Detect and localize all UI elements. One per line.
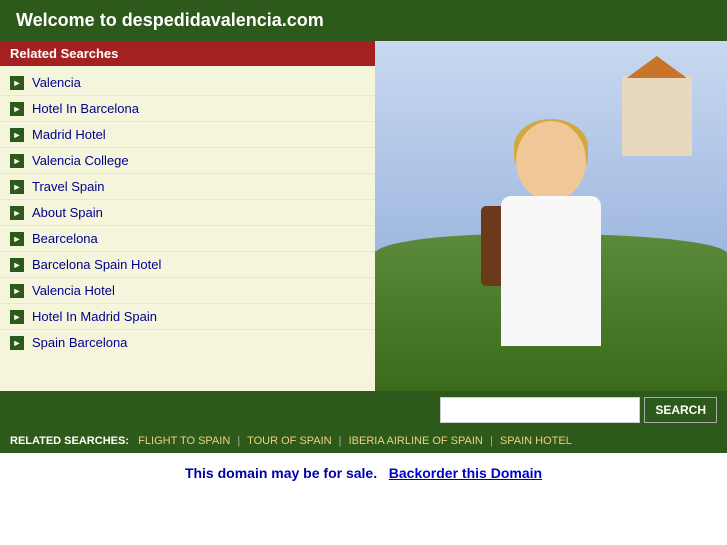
separator: | (490, 435, 493, 447)
site-header: Welcome to despedidavalencia.com (0, 0, 727, 41)
related-searches-header: Related Searches (0, 41, 375, 66)
bullet-icon: ► (10, 232, 24, 246)
bottom-related-link-0[interactable]: FLIGHT TO SPAIN (138, 435, 230, 447)
bottom-related-link-2[interactable]: IBERIA AIRLINE OF SPAIN (349, 435, 483, 447)
bullet-icon: ► (10, 336, 24, 350)
list-item[interactable]: ► Spain Barcelona (0, 330, 375, 355)
building-shape (622, 76, 692, 156)
search-link[interactable]: Valencia Hotel (32, 283, 115, 298)
separator: | (237, 435, 240, 447)
backorder-link[interactable]: Backorder this Domain (389, 465, 542, 481)
list-item[interactable]: ► Valencia (0, 70, 375, 96)
search-input[interactable] (440, 397, 640, 423)
person-head (516, 121, 586, 201)
search-button[interactable]: SEARCH (644, 397, 717, 423)
list-item[interactable]: ► Barcelona Spain Hotel (0, 252, 375, 278)
search-link[interactable]: Bearcelona (32, 231, 98, 246)
bullet-icon: ► (10, 206, 24, 220)
search-link[interactable]: Travel Spain (32, 179, 105, 194)
list-item[interactable]: ► Madrid Hotel (0, 122, 375, 148)
search-link[interactable]: About Spain (32, 205, 103, 220)
bottom-related-bar: RELATED SEARCHES: FLIGHT TO SPAIN | TOUR… (0, 429, 727, 453)
bullet-icon: ► (10, 258, 24, 272)
search-links-list: ► Valencia ► Hotel In Barcelona ► Madrid… (0, 66, 375, 359)
list-item[interactable]: ► Travel Spain (0, 174, 375, 200)
hero-image (375, 41, 727, 391)
page-wrapper: Welcome to despedidavalencia.com Related… (0, 0, 727, 493)
search-link[interactable]: Spain Barcelona (32, 335, 127, 350)
search-bar-area: SEARCH (0, 391, 727, 429)
search-link[interactable]: Valencia College (32, 153, 129, 168)
person-figure (471, 111, 631, 391)
separator: | (339, 435, 342, 447)
bullet-icon: ► (10, 310, 24, 324)
search-link[interactable]: Barcelona Spain Hotel (32, 257, 161, 272)
list-item[interactable]: ► Hotel In Barcelona (0, 96, 375, 122)
search-link[interactable]: Hotel In Madrid Spain (32, 309, 157, 324)
list-item[interactable]: ► Bearcelona (0, 226, 375, 252)
left-panel: Related Searches ► Valencia ► Hotel In B… (0, 41, 375, 391)
list-item[interactable]: ► Hotel In Madrid Spain (0, 304, 375, 330)
search-link[interactable]: Valencia (32, 75, 81, 90)
bullet-icon: ► (10, 154, 24, 168)
bullet-icon: ► (10, 180, 24, 194)
main-content: Related Searches ► Valencia ► Hotel In B… (0, 41, 727, 391)
bottom-related-label: RELATED SEARCHES: (10, 435, 129, 447)
bullet-icon: ► (10, 128, 24, 142)
list-item[interactable]: ► Valencia College (0, 148, 375, 174)
hero-image-panel (375, 41, 727, 391)
bullet-icon: ► (10, 284, 24, 298)
footer-notice: This domain may be for sale. Backorder t… (0, 453, 727, 493)
search-link[interactable]: Hotel In Barcelona (32, 101, 139, 116)
bottom-related-link-3[interactable]: SPAIN HOTEL (500, 435, 572, 447)
bullet-icon: ► (10, 76, 24, 90)
footer-sale-text: This domain may be for sale. (185, 465, 377, 481)
bottom-related-link-1[interactable]: TOUR OF SPAIN (247, 435, 332, 447)
person-body (501, 196, 601, 346)
list-item[interactable]: ► Valencia Hotel (0, 278, 375, 304)
header-title: Welcome to despedidavalencia.com (16, 10, 324, 30)
bullet-icon: ► (10, 102, 24, 116)
search-link[interactable]: Madrid Hotel (32, 127, 106, 142)
list-item[interactable]: ► About Spain (0, 200, 375, 226)
